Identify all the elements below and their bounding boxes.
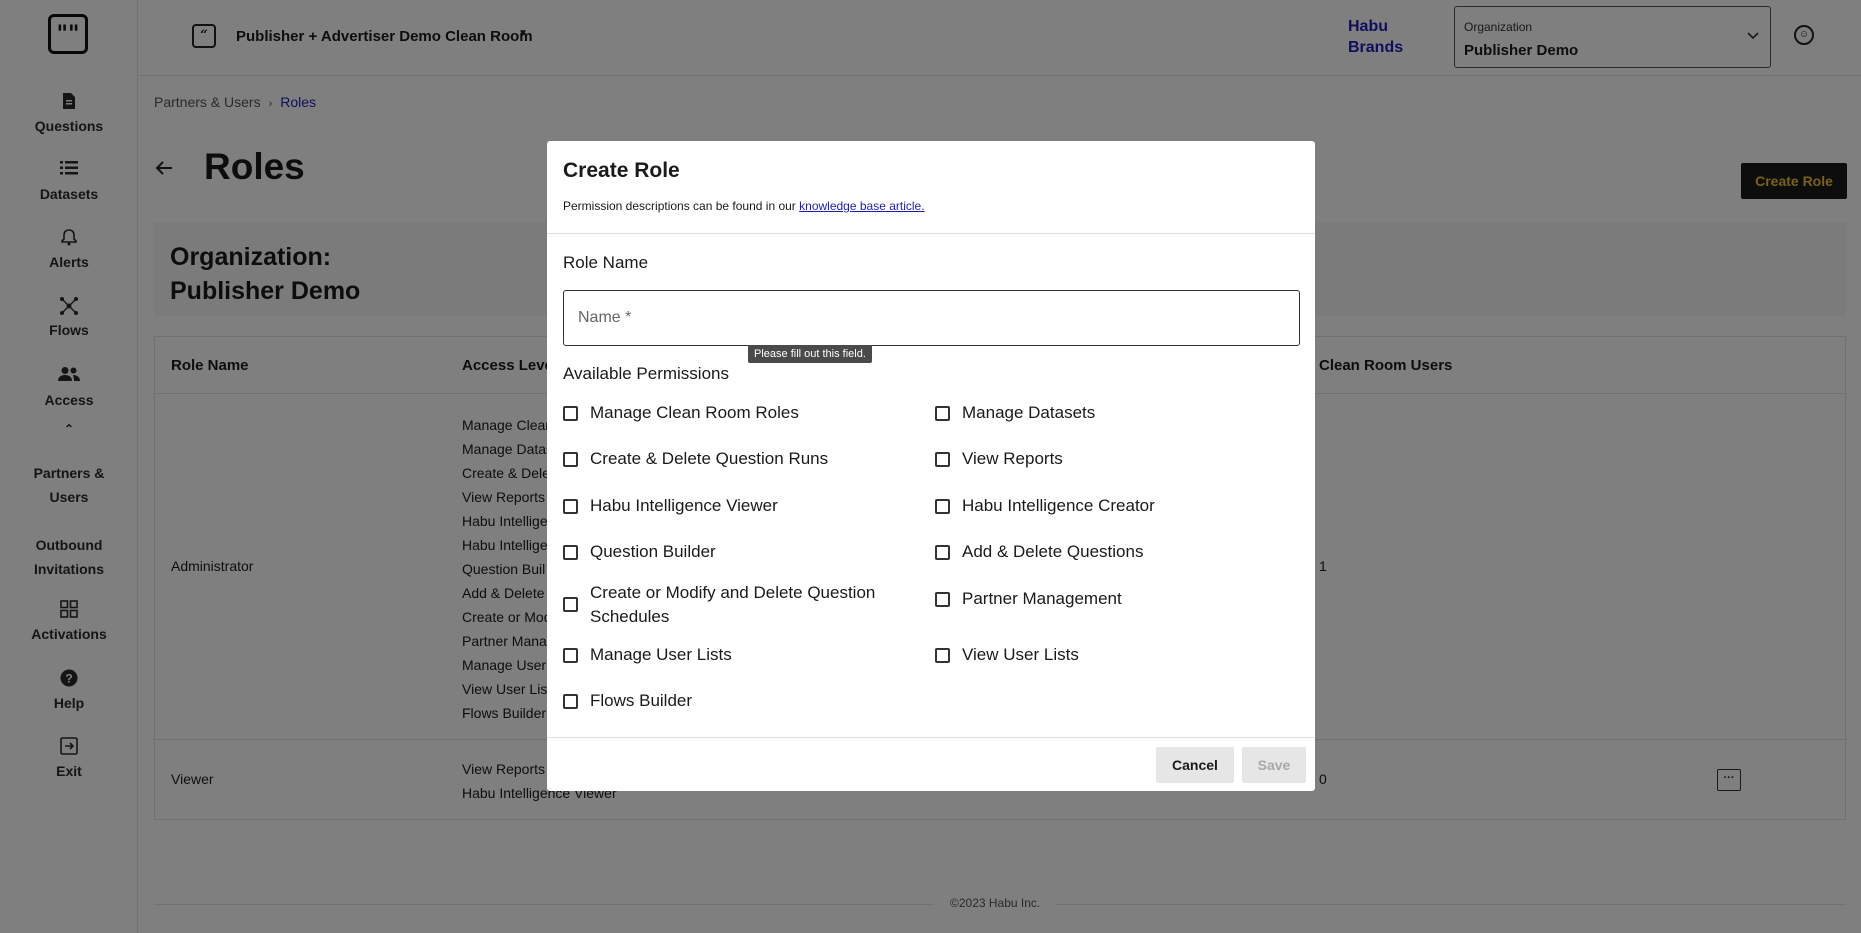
permission-checkbox[interactable]: Habu Intelligence Creator — [935, 494, 1295, 518]
permission-label: Question Builder — [590, 542, 716, 561]
checkbox-icon[interactable] — [563, 694, 578, 709]
checkbox-icon[interactable] — [563, 597, 578, 612]
permission-checkbox[interactable]: View User Lists — [935, 643, 1295, 667]
permission-checkbox[interactable]: Create or Modify and Delete Question Sch… — [563, 581, 903, 629]
checkbox-icon[interactable] — [563, 648, 578, 663]
permission-label: Manage Datasets — [962, 403, 1096, 422]
checkbox-icon[interactable] — [935, 592, 950, 607]
permission-checkbox[interactable]: Question Builder — [563, 540, 903, 564]
permission-label: Flows Builder — [590, 691, 693, 710]
permission-checkbox[interactable]: Habu Intelligence Viewer — [563, 494, 903, 518]
permission-checkbox[interactable]: Manage Datasets — [935, 401, 1295, 425]
role-name-label: Role Name — [563, 253, 649, 272]
permission-checkbox[interactable]: Create & Delete Question Runs — [563, 447, 903, 471]
permission-label: View User Lists — [962, 645, 1079, 664]
permission-checkbox[interactable]: View Reports — [935, 447, 1295, 471]
checkbox-icon[interactable] — [935, 648, 950, 663]
dialog-footer-divider — [547, 737, 1315, 738]
permission-checkbox[interactable]: Add & Delete Questions — [935, 540, 1295, 564]
create-role-dialog: Create Role Permission descriptions can … — [547, 141, 1315, 791]
available-permissions-label: Available Permissions — [563, 364, 729, 383]
cancel-button[interactable]: Cancel — [1156, 747, 1234, 783]
permission-label: Manage User Lists — [590, 645, 732, 664]
permission-label: Partner Management — [962, 589, 1122, 608]
dialog-divider — [547, 233, 1315, 234]
save-button[interactable]: Save — [1242, 747, 1306, 783]
permission-label: Create & Delete Question Runs — [590, 449, 829, 468]
permission-checkbox[interactable]: Manage Clean Room Roles — [563, 401, 903, 425]
permission-checkbox[interactable]: Partner Management — [935, 587, 1295, 611]
dialog-description: Permission descriptions can be found in … — [563, 199, 925, 213]
checkbox-icon[interactable] — [563, 406, 578, 421]
permission-label: Manage Clean Room Roles — [590, 403, 799, 422]
checkbox-icon[interactable] — [563, 545, 578, 560]
checkbox-icon[interactable] — [935, 545, 950, 560]
checkbox-icon[interactable] — [563, 452, 578, 467]
checkbox-icon[interactable] — [935, 499, 950, 514]
validation-tooltip: Please fill out this field. — [748, 345, 872, 363]
dialog-title: Create Role — [563, 159, 680, 182]
checkbox-icon[interactable] — [935, 452, 950, 467]
permission-checkbox[interactable]: Flows Builder — [563, 689, 903, 713]
checkbox-icon[interactable] — [563, 499, 578, 514]
role-name-input[interactable] — [563, 290, 1300, 346]
permission-label: Habu Intelligence Viewer — [590, 496, 778, 515]
permission-label: View Reports — [962, 449, 1063, 468]
knowledge-base-link[interactable]: knowledge base article. — [799, 199, 924, 213]
permission-label: Habu Intelligence Creator — [962, 496, 1155, 515]
dialog-description-text: Permission descriptions can be found in … — [563, 199, 796, 213]
permission-checkbox[interactable]: Manage User Lists — [563, 643, 903, 667]
permission-label: Add & Delete Questions — [962, 542, 1144, 561]
checkbox-icon[interactable] — [935, 406, 950, 421]
permission-label: Create or Modify and Delete Question Sch… — [590, 583, 876, 626]
